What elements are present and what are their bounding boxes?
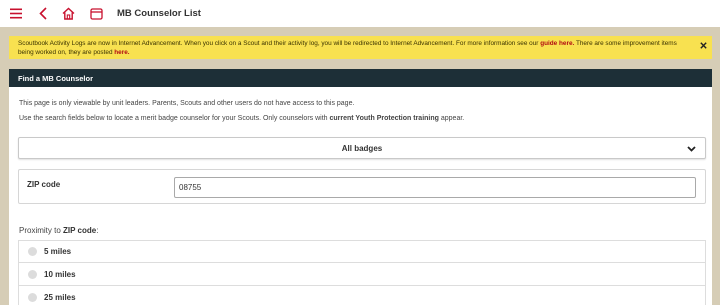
proximity-option-label: 25 miles [44,292,76,302]
zip-code-input[interactable] [174,177,696,198]
instructions-part: appear. [438,115,465,122]
proximity-label: Proximity to ZIP code: [19,226,98,235]
radio-icon[interactable] [28,292,37,302]
proximity-option-25[interactable]: 25 miles [18,286,706,305]
proximity-label-part: Proximity to [19,226,64,235]
instructions-text: Use the search fields below to locate a … [19,115,464,122]
alert-text-part: Scoutbook Activity Logs are now in Inter… [18,40,541,47]
find-counselor-panel: Find a MB Counselor This page is only vi… [9,69,712,305]
window-icon[interactable] [89,0,103,27]
guide-link[interactable]: guide here. [540,40,574,47]
proximity-label-part: : [96,226,99,235]
proximity-options: 5 miles 10 miles 25 miles [18,240,706,305]
youth-protection-text: current Youth Protection training [329,115,439,122]
proximity-option-10[interactable]: 10 miles [18,263,706,286]
page-title: MB Counselor List [117,8,201,19]
proximity-option-label: 10 miles [44,269,76,279]
radio-icon[interactable] [28,247,37,256]
back-icon[interactable] [37,0,49,27]
alert-text: Scoutbook Activity Logs are now in Inter… [18,40,678,58]
badge-select-value: All badges [341,144,383,153]
zip-code-label: ZIP code [27,180,61,189]
zip-code-section: ZIP code [18,169,706,204]
instructions-part: Use the search fields below to locate a … [19,115,330,122]
home-icon[interactable] [61,0,75,27]
proximity-label-zip: ZIP code [63,226,97,235]
panel-title: Find a MB Counselor [9,69,712,87]
close-icon[interactable] [697,39,709,51]
chevron-down-icon [687,145,696,153]
proximity-option-5[interactable]: 5 miles [18,240,706,263]
top-bar: MB Counselor List [0,0,720,27]
menu-icon[interactable] [9,0,23,27]
here-link[interactable]: here. [114,49,129,56]
badge-select[interactable]: All badges [18,137,706,159]
notice-text: This page is only viewable by unit leade… [19,100,355,107]
proximity-option-label: 5 miles [44,247,72,256]
alert-banner: Scoutbook Activity Logs are now in Inter… [9,36,712,59]
radio-icon[interactable] [28,269,37,279]
